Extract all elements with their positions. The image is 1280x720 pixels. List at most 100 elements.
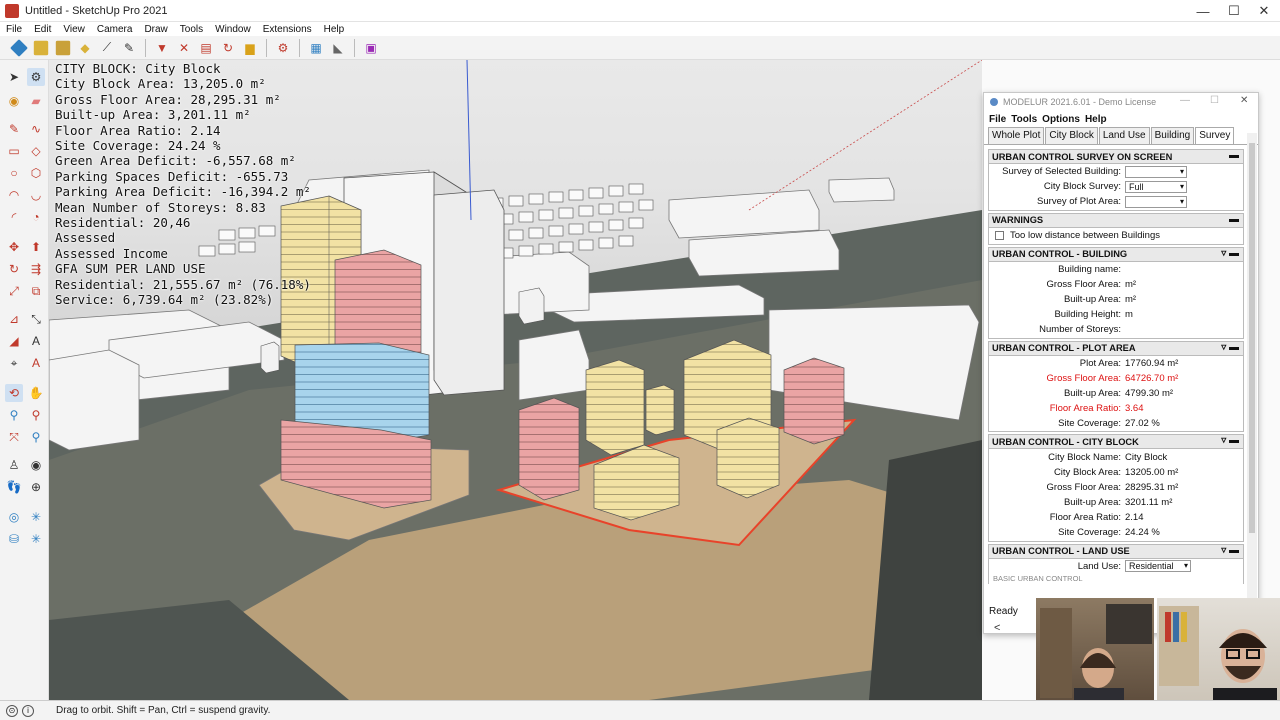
warning-checkbox[interactable] [995,231,1004,241]
drape-icon[interactable]: ⛁ [5,530,23,548]
previous-view-icon[interactable]: ⚲ [27,428,45,446]
3d-text-icon[interactable]: A [27,354,45,372]
menu-edit[interactable]: Edit [34,24,51,35]
filter-collapse-icon[interactable]: ▿ ▬ [1221,435,1239,446]
cube-blue-icon[interactable] [10,38,28,57]
modelur-maximize-button[interactable]: ☐ [1210,95,1219,106]
document-icon[interactable]: ▤ [197,39,215,57]
plot-area-section-header[interactable]: URBAN CONTROL - PLOT AREA ▿ ▬ [989,341,1243,356]
tape-measure-icon[interactable]: ⊿ [5,310,23,328]
rectangle-icon[interactable]: ▭ [5,142,23,160]
maximize-button[interactable]: ☐ [1218,0,1250,22]
scroll-left-button[interactable]: < [994,622,1000,634]
modelur-menu-options[interactable]: Options [1042,114,1080,125]
menu-view[interactable]: View [63,24,85,35]
zoom-extents-icon[interactable]: ⤧ [5,428,23,446]
info-icon[interactable]: i [22,704,34,717]
menu-help[interactable]: Help [324,24,345,35]
line-icon[interactable]: ✎ [5,120,23,138]
stamp-icon[interactable]: ✳ [27,508,45,526]
menu-extensions[interactable]: Extensions [263,24,312,35]
warnings-section-header[interactable]: WARNINGS ▬ [989,213,1243,228]
city-block-section-header[interactable]: URBAN CONTROL - CITY BLOCK ▿ ▬ [989,435,1243,450]
pan-icon[interactable]: ✋ [27,384,45,402]
filter-collapse-icon[interactable]: ▿ ▬ [1221,342,1239,353]
minimize-button[interactable]: — [1187,0,1219,22]
walk-icon[interactable]: 👣 [5,478,23,496]
arrow-down-red-icon[interactable]: ▼ [153,39,171,57]
pencil-icon[interactable]: ✎ [120,39,138,57]
cube-yellow-icon[interactable] [33,40,49,55]
filter-collapse-icon[interactable]: ▿ ▬ [1221,545,1239,556]
filter-collapse-icon[interactable]: ▿ ▬ [1221,248,1239,259]
building-section-header[interactable]: URBAN CONTROL - BUILDING ▿ ▬ [989,247,1243,262]
two-point-arc-icon[interactable]: ◡ [27,186,45,204]
face-icon[interactable]: ◆ [76,39,94,57]
survey-section-header[interactable]: URBAN CONTROL SURVEY ON SCREEN ▬ [989,150,1243,164]
select-icon[interactable]: ➤ [5,68,23,86]
flip-edge-icon[interactable]: ✳ [27,530,45,548]
offset-icon[interactable]: ⧉ [27,282,45,300]
zoom-window-icon[interactable]: ⚲ [27,406,45,424]
tab-whole-plot[interactable]: Whole Plot [988,127,1045,144]
arc-icon[interactable]: ◠ [5,186,23,204]
land-use-select[interactable]: Residential [1125,560,1191,573]
land-use-section-header[interactable]: URBAN CONTROL - LAND USE ▿ ▬ [989,544,1243,559]
flag-icon[interactable]: ◣ [329,39,347,57]
tab-land-use[interactable]: Land Use [1098,127,1150,144]
modelur-icon[interactable]: ▣ [362,39,380,57]
modelur-scrollbar[interactable] [1247,133,1257,633]
sandbox-icon[interactable]: ◎ [5,508,23,526]
protractor-icon[interactable]: ◢ [5,332,23,350]
tab-survey[interactable]: Survey [1195,127,1235,144]
component-icon[interactable]: ⚙ [27,68,45,86]
move-icon[interactable]: ✥ [5,238,23,256]
section-plane-icon[interactable]: ⊕ [27,478,45,496]
close-button[interactable]: ✕ [1248,0,1280,22]
delete-icon[interactable]: ✕ [175,39,193,57]
menu-tools[interactable]: Tools [180,24,203,35]
menu-draw[interactable]: Draw [144,24,167,35]
survey-selected-building-select[interactable] [1125,165,1187,178]
city-block-survey-select[interactable]: Full [1125,180,1187,193]
text-icon[interactable]: A [27,332,45,350]
menu-window[interactable]: Window [215,24,251,35]
position-camera-icon[interactable]: ♙ [5,456,23,474]
modelur-menu-tools[interactable]: Tools [1011,114,1037,125]
menu-file[interactable]: File [6,24,22,35]
polygon-icon[interactable]: ⬡ [27,164,45,182]
collapse-icon[interactable]: ▬ [1229,214,1239,225]
paint-bucket-icon[interactable]: ◉ [5,92,23,110]
orbit-icon[interactable]: ⟲ [5,384,23,402]
rotated-rectangle-icon[interactable]: ◇ [27,142,45,160]
pie-icon[interactable]: ◔ [27,208,45,226]
collapse-icon[interactable]: ▬ [1229,150,1239,161]
eyedropper-icon[interactable]: ⟋ [98,39,116,57]
follow-me-icon[interactable]: ⇶ [27,260,45,278]
tab-building[interactable]: Building [1150,127,1195,144]
dimension-icon[interactable]: ⤡ [27,310,45,328]
scale-icon[interactable]: ⤢ [5,282,23,300]
geo-location-icon[interactable]: ⊙ [6,704,18,717]
modelur-close-button[interactable]: ✕ [1240,95,1248,106]
modelur-menu-help[interactable]: Help [1085,114,1107,125]
refresh-icon[interactable]: ↻ [219,39,237,57]
circle-icon[interactable]: ○ [5,164,23,182]
axes-icon[interactable]: ⌖ [5,354,23,372]
zoom-icon[interactable]: ⚲ [5,406,23,424]
modelur-menu-file[interactable]: File [989,114,1006,125]
push-pull-icon[interactable]: ⬆ [27,238,45,256]
modelur-minimize-button[interactable]: — [1180,95,1190,106]
layers-icon[interactable]: ▦ [307,39,325,57]
freehand-icon[interactable]: ∿ [27,120,45,138]
three-point-arc-icon[interactable]: ◜ [5,208,23,226]
menu-camera[interactable]: Camera [97,24,133,35]
tab-city-block[interactable]: City Block [1045,127,1098,144]
folder-icon[interactable]: ▆ [241,39,259,57]
model-viewport[interactable]: CITY BLOCK: City Block City Block Area: … [49,60,982,700]
cube-gold-icon[interactable] [55,40,71,55]
scrollbar-thumb[interactable] [1249,143,1255,533]
gear-icon[interactable]: ⚙ [274,39,292,57]
eraser-icon[interactable]: ▰ [27,92,45,110]
rotate-icon[interactable]: ↻ [5,260,23,278]
